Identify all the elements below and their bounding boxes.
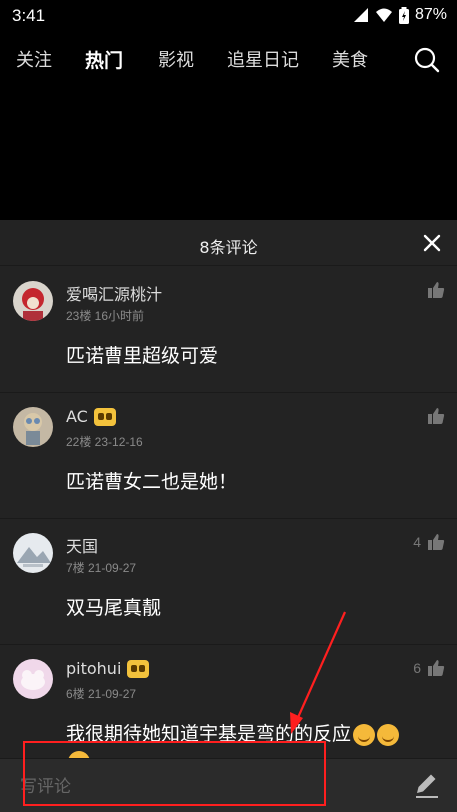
laughing-emoji-icon [377,723,400,746]
comment-text: 匹诺曹女二也是她！ [66,471,238,493]
tab-follow[interactable]: 关注 [16,46,52,72]
author-name[interactable]: 天国 [66,533,98,557]
battery-level: 87% [414,6,447,23]
tab-hot[interactable]: 热门 [85,46,123,73]
highlight-box [23,741,326,806]
search-icon[interactable] [413,46,441,74]
comment-text: 匹诺曹里超级可爱 [66,345,219,367]
avatar[interactable] [13,659,53,699]
vip-badge-icon [127,659,150,678]
author-name[interactable]: 爱喝汇源桃汁 [66,281,162,305]
top-tabs: 关注 热门 影视 追星日记 美食 [0,38,457,80]
comment-meta: 23楼 16小时前 [66,309,145,323]
author-name[interactable]: pitohui [66,659,121,678]
comment-text: 双马尾真靓 [66,597,162,619]
author-name[interactable]: AC [66,407,88,426]
comment-meta: 6楼 21-09-27 [66,687,137,701]
comment-item[interactable]: AC 22楼 23-12-16 匹诺曹女二也是她！ [0,393,457,519]
status-time: 3:41 [12,6,46,25]
pencil-icon[interactable] [413,771,441,799]
signal-icon [353,8,368,22]
status-icons: 87% [353,6,447,24]
comment-sheet-header: 8条评论 [0,220,457,266]
video-area[interactable] [0,80,457,220]
comment-item[interactable]: 爱喝汇源桃汁 23楼 16小时前 匹诺曹里超级可爱 [0,267,457,393]
comment-author[interactable]: 爱喝汇源桃汁 [66,281,162,305]
comment-meta: 22楼 23-12-16 [66,435,143,449]
thumbs-up-icon [428,282,445,298]
comment-author[interactable]: pitohui [66,659,150,678]
tab-star-diary[interactable]: 追星日记 [227,46,299,72]
comment-author[interactable]: AC [66,407,116,426]
thumbs-up-icon [428,660,445,676]
thumbs-up-icon [428,408,445,424]
comment-item[interactable]: 天国 7楼 21-09-27 双马尾真靓 4 [0,519,457,645]
avatar[interactable] [13,533,53,573]
like-button[interactable] [421,407,445,425]
tab-film[interactable]: 影视 [158,46,194,72]
laughing-emoji-icon [353,723,376,746]
like-count: 4 [413,534,421,550]
like-count: 6 [413,660,421,676]
like-button[interactable] [421,281,445,299]
avatar[interactable] [13,281,53,321]
comment-sheet: 8条评论 爱喝汇源桃汁 23楼 16小时前 匹诺曹里超级可爱 AC 22楼 23… [0,220,457,812]
comment-author[interactable]: 天国 [66,533,98,557]
battery-icon [398,6,409,24]
vip-badge-icon [93,407,116,426]
close-icon[interactable] [421,232,443,254]
like-button[interactable]: 4 [413,533,445,551]
comment-count-title: 8条评论 [199,238,258,257]
like-button[interactable]: 6 [413,659,445,677]
tab-food[interactable]: 美食 [332,46,368,72]
status-bar: 3:41 87% [0,0,457,32]
comment-meta: 7楼 21-09-27 [66,561,137,575]
wifi-icon [375,8,392,22]
avatar[interactable] [13,407,53,447]
thumbs-up-icon [428,534,445,550]
